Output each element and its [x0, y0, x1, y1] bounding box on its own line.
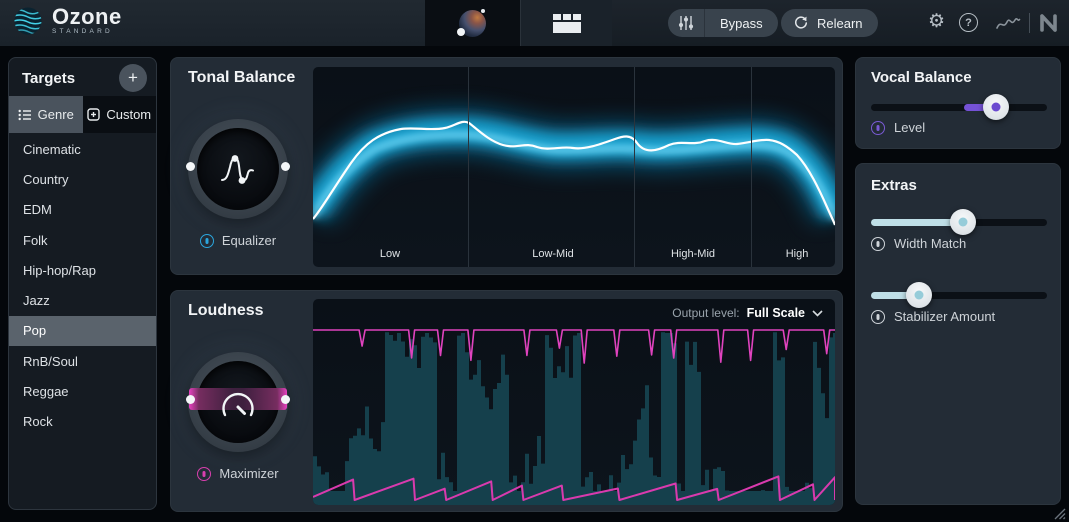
- thumb-dot: [914, 291, 923, 300]
- vocal-balance-panel: Vocal Balance Level: [855, 57, 1061, 149]
- genre-item-jazz[interactable]: Jazz: [9, 285, 156, 315]
- genre-list: Cinematic Country EDM Folk Hip-hop/Rap J…: [9, 134, 156, 437]
- assistant-sphere-icon: [459, 10, 486, 37]
- app-name: Ozone: [52, 7, 122, 27]
- modules-icon: [552, 14, 582, 33]
- loudness-waveform: [313, 325, 835, 505]
- knob-min-dot: [186, 395, 195, 404]
- stabilizer-label: Stabilizer Amount: [894, 309, 995, 324]
- relearn-button[interactable]: Relearn: [781, 9, 878, 37]
- band-divider: [468, 67, 469, 267]
- add-target-button[interactable]: +: [119, 64, 147, 92]
- vocal-level-slider[interactable]: [871, 94, 1047, 120]
- genre-item-folk[interactable]: Folk: [9, 225, 156, 255]
- slider-thumb[interactable]: [983, 94, 1009, 120]
- app-edition: STANDARD: [52, 28, 122, 35]
- top-bar: Ozone STANDARD Bypass: [0, 0, 1069, 46]
- resize-handle[interactable]: [1053, 507, 1066, 520]
- help-icon[interactable]: ?: [959, 13, 978, 32]
- equalizer-label: Equalizer: [222, 233, 276, 248]
- tab-genre[interactable]: Genre: [9, 96, 83, 133]
- maximizer-power-button[interactable]: [197, 467, 211, 481]
- faders-icon: [677, 14, 695, 32]
- spectrum-curve: [313, 67, 835, 267]
- maximizer-label: Maximizer: [219, 466, 278, 481]
- extras-title: Extras: [871, 177, 917, 194]
- width-match-power-button[interactable]: [871, 237, 885, 251]
- loudness-panel: Loudness Maximizer Output level: Full Sc…: [170, 290, 843, 512]
- output-level-label: Output level:: [672, 306, 739, 320]
- extras-panel: Extras Width Match Stabilizer Amount: [855, 163, 1061, 505]
- band-label-low: Low: [380, 248, 400, 260]
- eq-curve-icon: [219, 148, 257, 190]
- genre-item-edm[interactable]: EDM: [9, 195, 156, 225]
- slider-track: [871, 104, 1047, 111]
- thumb-dot: [991, 103, 1000, 112]
- target-type-tabs: Genre Custom: [9, 96, 156, 133]
- vocal-level-label: Level: [894, 120, 925, 135]
- vocal-level-power-button[interactable]: [871, 121, 885, 135]
- equalizer-knob[interactable]: [188, 119, 288, 219]
- stabilizer-amount-slider[interactable]: [871, 282, 1047, 308]
- relearn-label: Relearn: [817, 16, 863, 31]
- genre-item-hiphop-rap[interactable]: Hip-hop/Rap: [9, 255, 156, 285]
- width-match-slider[interactable]: [871, 209, 1047, 235]
- ni-logo-icon: [1039, 14, 1061, 32]
- width-match-label: Width Match: [894, 236, 966, 251]
- tab-genre-label: Genre: [38, 107, 74, 122]
- band-label-lowmid: Low-Mid: [532, 248, 574, 260]
- tab-assistant-view[interactable]: [425, 0, 520, 46]
- equalizer-power-button[interactable]: [200, 234, 214, 248]
- chevron-down-icon: [812, 310, 823, 317]
- genre-item-reggae[interactable]: Reggae: [9, 376, 156, 406]
- slider-thumb[interactable]: [906, 282, 932, 308]
- settings-gear-icon[interactable]: ⚙: [928, 11, 945, 33]
- output-level-value: Full Scale: [747, 306, 805, 320]
- maximizer-knob[interactable]: [188, 352, 288, 452]
- band-label-highmid: High-Mid: [671, 248, 715, 260]
- bypass-button[interactable]: Bypass: [705, 16, 778, 31]
- thumb-dot: [958, 218, 967, 227]
- tab-custom[interactable]: Custom: [83, 96, 157, 133]
- knob-max-dot: [281, 162, 290, 171]
- slider-thumb[interactable]: [950, 209, 976, 235]
- stabilizer-power-button[interactable]: [871, 310, 885, 324]
- vocal-balance-title: Vocal Balance: [871, 69, 972, 86]
- genre-item-cinematic[interactable]: Cinematic: [9, 134, 156, 164]
- bypass-group: Bypass: [668, 9, 778, 37]
- ozone-sphere-icon: [13, 6, 43, 36]
- izotope-logo-icon[interactable]: [995, 13, 1021, 33]
- genre-item-country[interactable]: Country: [9, 164, 156, 194]
- tonal-balance-panel: Tonal Balance Equalizer: [170, 57, 843, 275]
- topbar-divider: [1029, 13, 1030, 33]
- knob-min-dot: [186, 162, 195, 171]
- plus-square-icon: [87, 108, 100, 121]
- relearn-refresh-icon: [793, 15, 809, 31]
- genre-item-pop[interactable]: Pop: [9, 316, 156, 346]
- band-label-high: High: [786, 248, 809, 260]
- ozone-app-window: Ozone STANDARD Bypass: [0, 0, 1069, 522]
- loudness-title: Loudness: [188, 302, 264, 320]
- band-divider: [751, 67, 752, 267]
- tonal-balance-title: Tonal Balance: [188, 69, 295, 87]
- knob-max-dot: [281, 395, 290, 404]
- genre-item-rnb-soul[interactable]: RnB/Soul: [9, 346, 156, 376]
- gauge-icon: [216, 387, 260, 423]
- loudness-display: Output level: Full Scale: [313, 299, 835, 505]
- list-icon: [18, 109, 32, 121]
- ozone-logo: Ozone STANDARD: [13, 6, 122, 36]
- targets-title: Targets: [22, 70, 75, 87]
- tab-custom-label: Custom: [106, 107, 151, 122]
- tab-detailed-view[interactable]: [520, 0, 614, 46]
- io-reference-button[interactable]: [668, 9, 705, 37]
- band-divider: [634, 67, 635, 267]
- output-level-dropdown[interactable]: Output level: Full Scale: [672, 306, 823, 320]
- targets-sidebar: Targets + Genre Custom Cinematic: [8, 57, 157, 510]
- tonal-balance-display: Low Low-Mid High-Mid High: [313, 67, 835, 267]
- genre-item-rock[interactable]: Rock: [9, 407, 156, 437]
